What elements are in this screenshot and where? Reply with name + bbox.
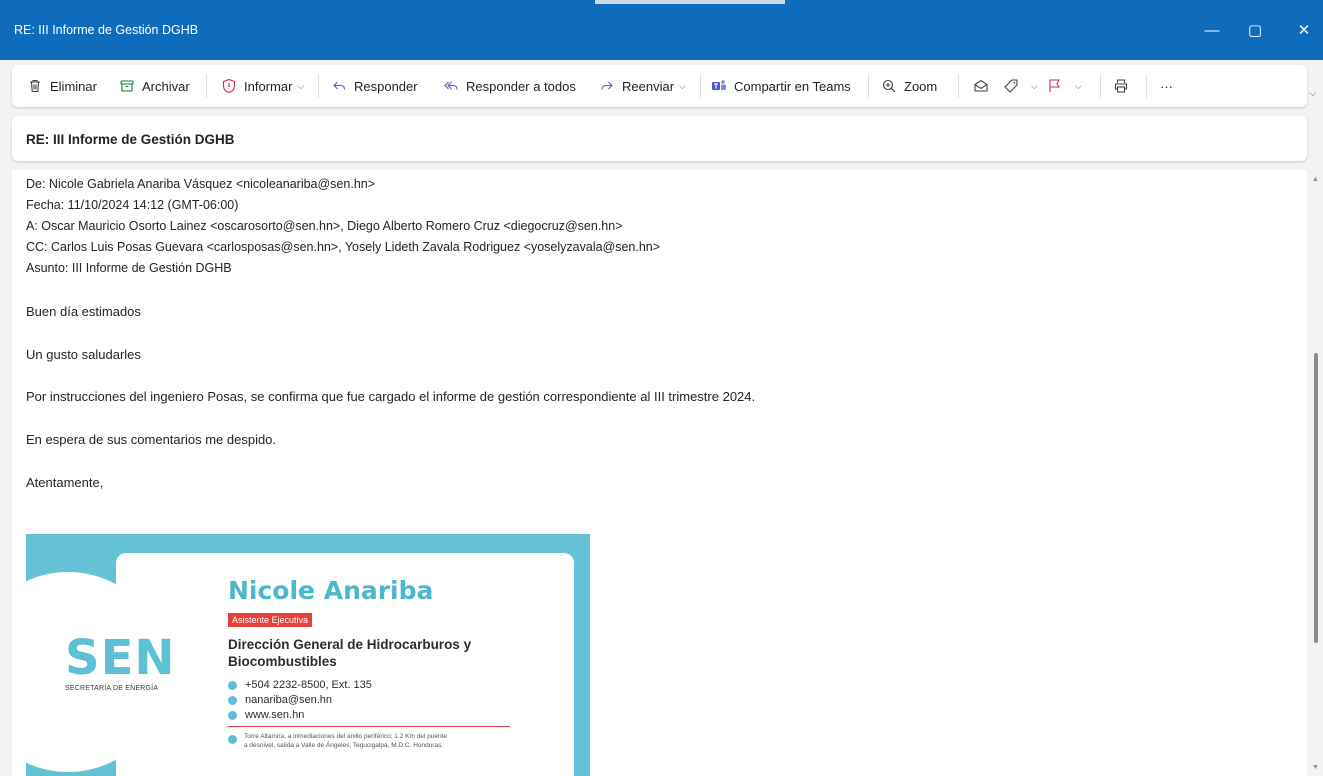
forward-button[interactable]: Reenviar ⌵ xyxy=(598,65,686,107)
globe-icon xyxy=(228,710,237,720)
signature-address: Torre Altamira, a inmediaciones del anil… xyxy=(244,732,447,750)
scrollbar-thumb[interactable] xyxy=(1314,353,1318,643)
signature-organization: Dirección General de Hidrocarburos y Bio… xyxy=(228,636,471,670)
signature-email-text: nanariba@sen.hn xyxy=(245,694,333,706)
chevron-down-icon: ⌵ xyxy=(679,80,686,91)
archive-button[interactable]: Archivar xyxy=(118,65,190,107)
envelope-open-icon xyxy=(972,77,990,95)
reply-all-button[interactable]: Responder a todos xyxy=(442,65,576,107)
archive-label: Archivar xyxy=(142,78,190,94)
signature-role-badge: Asistente Ejecutiva xyxy=(228,613,313,627)
reply-button[interactable]: Responder xyxy=(330,65,418,107)
close-button[interactable]: ✕ xyxy=(1290,16,1318,44)
scroll-up-icon[interactable]: ▲ xyxy=(1312,176,1319,183)
body-paragraph: Atentamente, xyxy=(26,475,104,490)
body-paragraph: Por instrucciones del ingeniero Posas, s… xyxy=(26,389,756,404)
scroll-down-icon[interactable]: ▼ xyxy=(1312,764,1319,771)
toolbar-divider xyxy=(958,74,959,98)
trash-icon xyxy=(26,77,44,95)
signature-org-line2: Biocombustibles xyxy=(228,654,337,669)
tag-icon xyxy=(1002,77,1020,95)
toolbar-divider xyxy=(1100,74,1101,98)
archive-icon xyxy=(118,77,136,95)
title-bar: RE: III Informe de Gestión DGHB — ▢ ✕ xyxy=(0,0,1323,60)
flag-button[interactable]: ⌵ xyxy=(1046,65,1082,107)
vertical-scrollbar[interactable]: ▲ ▼ xyxy=(1309,170,1323,776)
toolbar-divider xyxy=(700,74,701,98)
print-button[interactable] xyxy=(1112,65,1136,107)
message-toolbar: Eliminar Archivar Informar ⌵ Responder R… xyxy=(12,65,1307,107)
phone-icon xyxy=(228,680,237,690)
subject-header: RE: III Informe de Gestión DGHB xyxy=(12,116,1307,161)
forward-arrow-icon xyxy=(598,77,616,95)
categorize-button[interactable]: ⌵ xyxy=(1002,65,1038,107)
delete-label: Eliminar xyxy=(50,78,97,94)
body-paragraph: Buen día estimados xyxy=(26,304,141,319)
signature-name: Nicole Anariba xyxy=(228,576,434,605)
mail-icon xyxy=(228,695,237,705)
signature-divider xyxy=(228,726,510,727)
mark-read-button[interactable] xyxy=(972,65,996,107)
sen-logo: SEN xyxy=(65,630,176,686)
signature-email: nanariba@sen.hn xyxy=(228,694,332,706)
flag-icon xyxy=(1046,77,1064,95)
quoted-from: De: Nicole Gabriela Anariba Vásquez <nic… xyxy=(26,177,376,191)
report-label: Informar xyxy=(244,78,293,94)
chevron-down-icon: ⌵ xyxy=(297,80,305,91)
reply-all-label: Responder a todos xyxy=(466,78,576,94)
body-paragraph: En espera de sus comentarios me despido. xyxy=(26,432,277,447)
quoted-date: Fecha: 11/10/2024 14:12 (GMT-06:00) xyxy=(26,198,239,212)
reply-label: Responder xyxy=(354,78,418,94)
title-bar-highlight xyxy=(595,0,785,4)
share-teams-button[interactable]: Compartir en Teams xyxy=(710,65,851,107)
teams-icon xyxy=(710,77,728,95)
zoom-button[interactable]: Zoom xyxy=(880,65,937,107)
zoom-in-icon xyxy=(880,77,898,95)
location-pin-icon xyxy=(228,735,237,744)
signature-phone: +504 2232-8500, Ext. 135 xyxy=(228,679,372,691)
maximize-button[interactable]: ▢ xyxy=(1241,16,1269,44)
toolbar-overflow-chevron-icon[interactable]: ⌵ xyxy=(1309,88,1317,99)
quoted-subject: Asunto: III Informe de Gestión DGHB xyxy=(26,261,232,275)
email-signature: SEN SECRETARÍA DE ENERGÍA Nicole Anariba… xyxy=(26,534,590,776)
signature-org-line1: Dirección General de Hidrocarburos y xyxy=(228,637,472,652)
share-teams-label: Compartir en Teams xyxy=(734,78,851,94)
quoted-cc: CC: Carlos Luis Posas Guevara <carlospos… xyxy=(26,240,661,254)
printer-icon xyxy=(1112,77,1130,95)
chevron-down-icon: ⌵ xyxy=(1031,80,1038,91)
forward-label: Reenviar xyxy=(622,78,675,94)
signature-phone-text: +504 2232-8500, Ext. 135 xyxy=(245,679,372,691)
delete-button[interactable]: Eliminar xyxy=(26,65,97,107)
signature-web: www.sen.hn xyxy=(228,709,304,721)
shield-alert-icon xyxy=(220,77,238,95)
reply-all-icon xyxy=(442,77,460,95)
signature-web-text: www.sen.hn xyxy=(245,709,305,721)
more-options-button[interactable]: ··· xyxy=(1160,65,1173,107)
reply-arrow-icon xyxy=(330,77,348,95)
toolbar-divider xyxy=(1146,74,1147,98)
zoom-label: Zoom xyxy=(904,78,938,94)
toolbar-divider xyxy=(206,74,207,98)
report-button[interactable]: Informar ⌵ xyxy=(220,65,304,107)
minimize-button[interactable]: — xyxy=(1198,16,1226,44)
toolbar-divider xyxy=(868,74,869,98)
toolbar-divider xyxy=(318,74,319,98)
signature-address-line2: a desnivel, salida a Valle de Ángeles, T… xyxy=(244,742,444,749)
signature-address-line1: Torre Altamira, a inmediaciones del anil… xyxy=(244,733,448,740)
message-subject: RE: III Informe de Gestión DGHB xyxy=(26,132,235,147)
body-paragraph: Un gusto saludarles xyxy=(26,347,141,362)
chevron-down-icon: ⌵ xyxy=(1075,80,1082,91)
more-options-icon: ··· xyxy=(1160,78,1173,94)
message-body: De: Nicole Gabriela Anariba Vásquez <nic… xyxy=(12,170,1307,776)
sen-logo-subtitle: SECRETARÍA DE ENERGÍA xyxy=(65,685,159,692)
window-title: RE: III Informe de Gestión DGHB xyxy=(14,23,199,37)
quoted-to: A: Oscar Mauricio Osorto Lainez <oscaros… xyxy=(26,219,623,233)
